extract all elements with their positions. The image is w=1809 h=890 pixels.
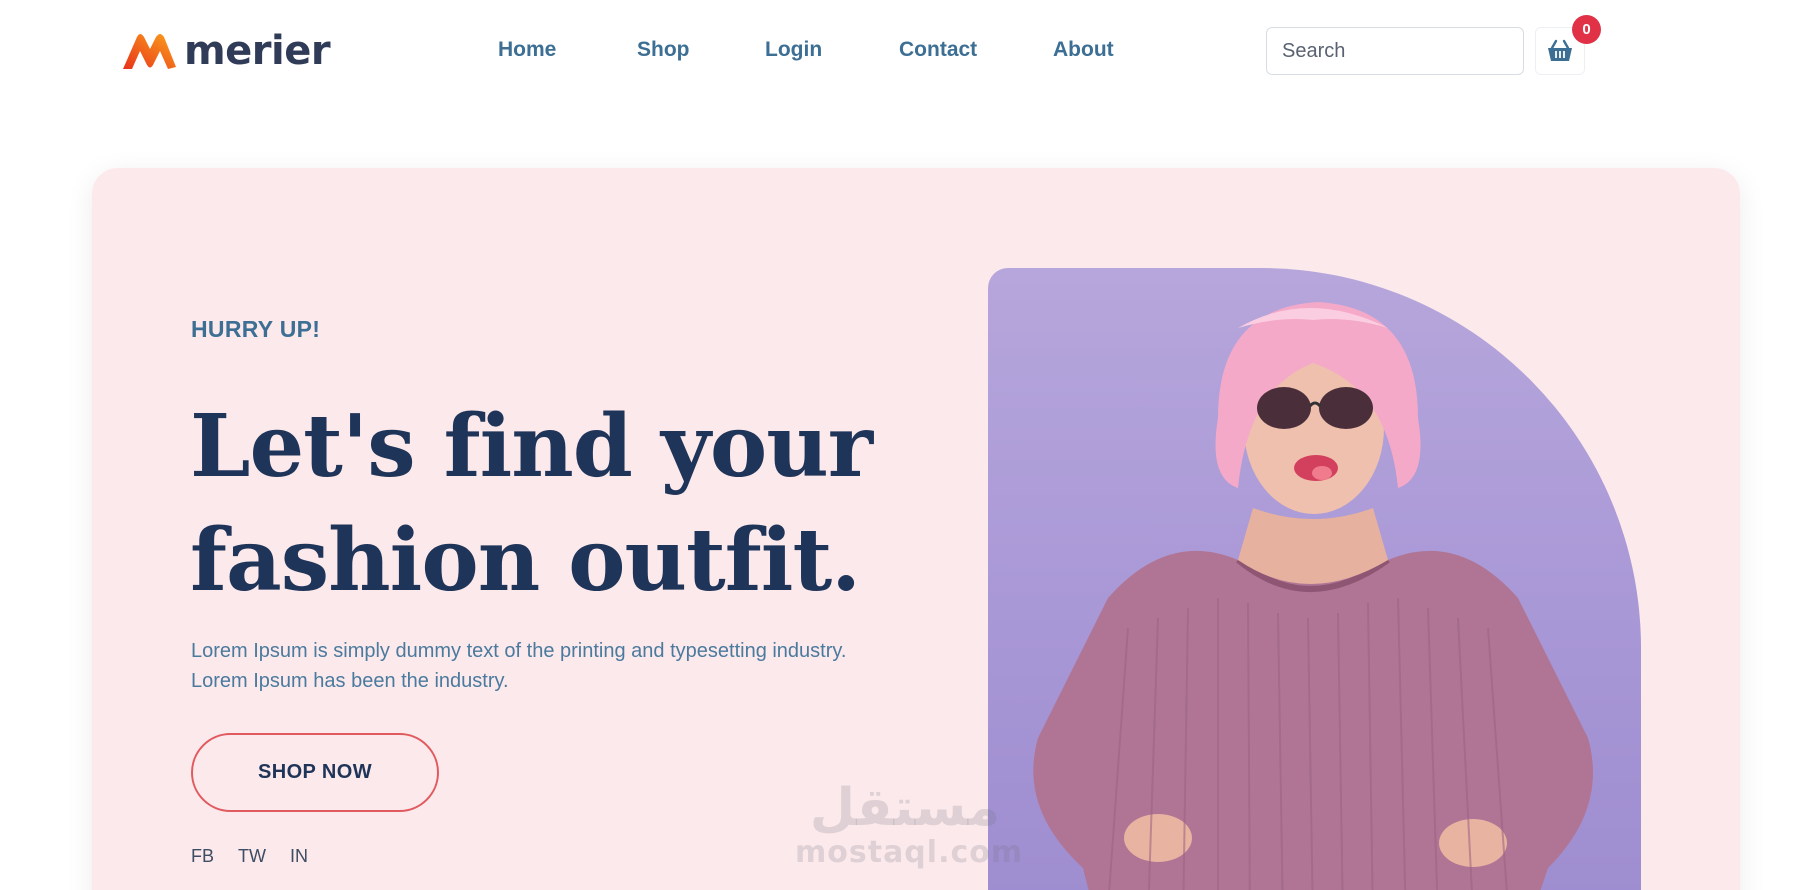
cart-count-badge: 0 bbox=[1572, 15, 1601, 44]
logo-mark-icon bbox=[123, 34, 176, 69]
hero-description: Lorem Ipsum is simply dummy text of the … bbox=[191, 636, 911, 696]
description-line-1: Lorem Ipsum is simply dummy text of the … bbox=[191, 640, 847, 662]
headline-line-1: Let's find your bbox=[190, 396, 873, 497]
brand-name: merier bbox=[184, 28, 331, 74]
nav-shop[interactable]: Shop bbox=[637, 38, 690, 62]
description-line-2: Lorem Ipsum has been the industry. bbox=[191, 670, 509, 692]
watermark-arabic: مستقل bbox=[809, 778, 1001, 838]
hero-model-photo bbox=[988, 268, 1641, 890]
basket-icon bbox=[1548, 39, 1572, 61]
nav-contact[interactable]: Contact bbox=[899, 38, 977, 62]
hero-kicker: HURRY UP! bbox=[191, 316, 321, 342]
model-illustration bbox=[1033, 302, 1593, 890]
headline-line-2: fashion outfit. bbox=[190, 510, 861, 611]
hero-headline: Let's find your fashion outfit. bbox=[190, 390, 873, 618]
search-input[interactable] bbox=[1266, 27, 1524, 75]
watermark-latin: mostaql.com bbox=[795, 835, 1024, 870]
nav-home[interactable]: Home bbox=[498, 38, 556, 62]
site-header: merier Home Shop Login Contact About 0 bbox=[0, 0, 1809, 104]
social-links: FB TW IN bbox=[191, 846, 308, 867]
social-link-fb[interactable]: FB bbox=[191, 846, 214, 867]
nav-about[interactable]: About bbox=[1053, 38, 1114, 62]
watermark: مستقل mostaql.com bbox=[795, 778, 1024, 870]
social-link-tw[interactable]: TW bbox=[238, 846, 266, 867]
brand-logo[interactable]: merier bbox=[120, 28, 331, 74]
social-link-in[interactable]: IN bbox=[290, 846, 308, 867]
shop-now-button[interactable]: SHOP NOW bbox=[191, 733, 439, 812]
nav-login[interactable]: Login bbox=[765, 38, 822, 62]
